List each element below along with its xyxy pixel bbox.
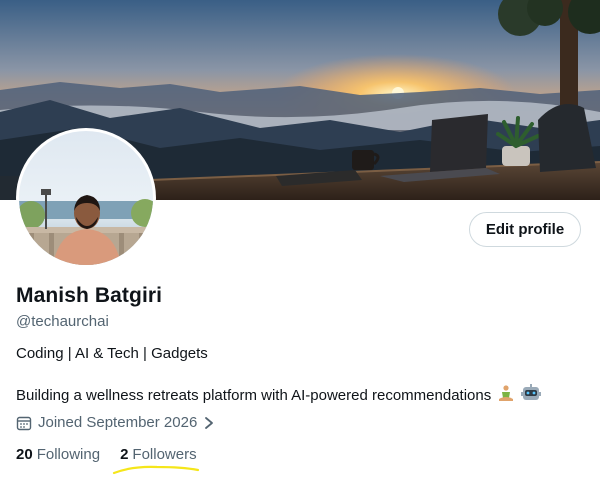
bio-line-1: Coding | AI & Tech | Gadgets: [16, 345, 208, 362]
username: @techaurchai: [16, 313, 109, 330]
person-lotus-emoji-icon: [497, 384, 515, 406]
bio-line-2-text: Building a wellness retreats platform wi…: [16, 386, 492, 404]
highlight-underline: [112, 465, 200, 475]
display-name: Manish Batgiri: [16, 284, 163, 307]
following-label: Following: [36, 446, 101, 463]
joined-label: Joined September 2026: [38, 414, 198, 431]
avatar[interactable]: [16, 128, 156, 268]
avatar-photo: [19, 131, 153, 265]
calendar-icon: [16, 415, 32, 431]
bio-line-2: Building a wellness retreats platform wi…: [16, 384, 542, 406]
following-link[interactable]: 20 Following: [16, 446, 100, 463]
robot-emoji-icon: [521, 384, 542, 406]
joined-date[interactable]: Joined September 2026: [16, 414, 215, 431]
following-count: 20: [16, 446, 33, 463]
chevron-right-icon[interactable]: [203, 416, 215, 430]
edit-profile-button[interactable]: Edit profile: [469, 212, 581, 247]
